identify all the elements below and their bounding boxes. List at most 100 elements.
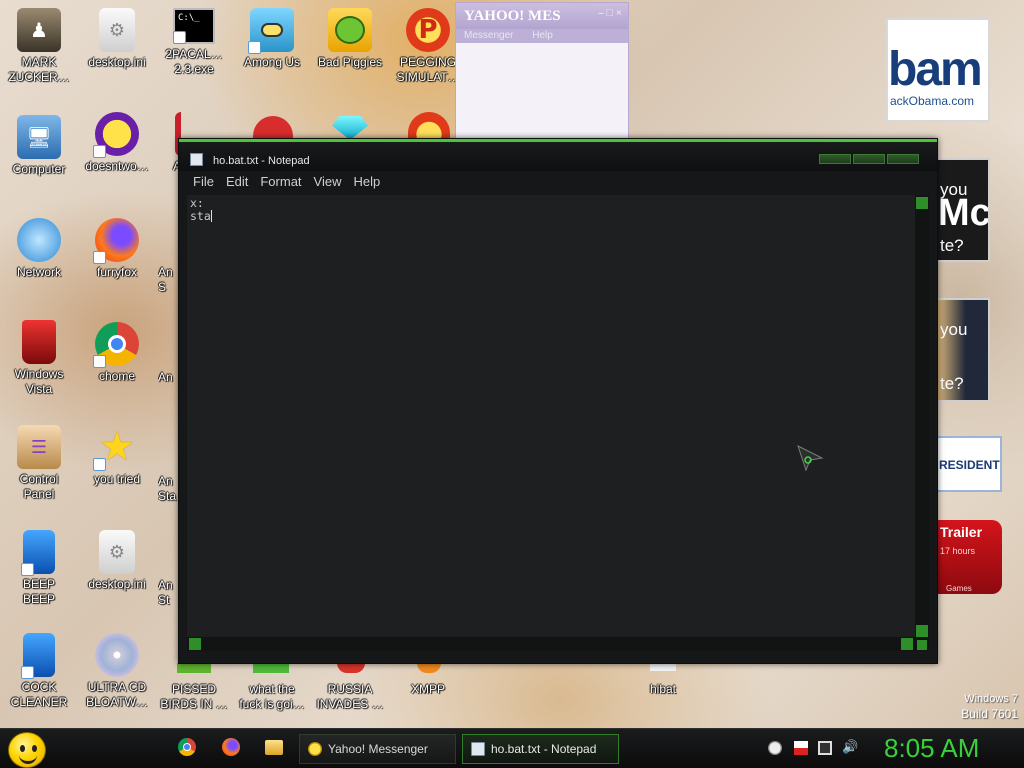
- windows-build-watermark: Windows 7 Build 7601: [961, 693, 1018, 721]
- desktop-icon-label: chome: [98, 369, 136, 383]
- vertical-scrollbar[interactable]: [915, 195, 929, 651]
- start-button[interactable]: [8, 732, 46, 768]
- trailer-ad[interactable]: Trailer 17 hours Games: [936, 520, 1002, 594]
- taskbar-clock[interactable]: 8:05 AM: [884, 733, 979, 764]
- yahoo-window-controls[interactable]: – □ ×: [598, 7, 622, 19]
- yahoo-menu-help[interactable]: Help: [532, 30, 553, 41]
- volume-icon[interactable]: 🔊: [842, 741, 858, 755]
- taskbar-yahoo-messenger[interactable]: Yahoo! Messenger: [299, 734, 456, 764]
- desktop-icon-doesntwork[interactable]: doesntwo…: [78, 112, 156, 174]
- notepad-icon: [471, 742, 485, 756]
- action-center-flag-icon[interactable]: [794, 741, 808, 755]
- shortcut-icon: [253, 663, 289, 673]
- desktop-icon-partial-row5[interactable]: An Sta: [158, 474, 180, 504]
- desktop-icon-beep-beep[interactable]: BEEP BEEP: [0, 530, 78, 607]
- mc-ad[interactable]: you Mc te?: [936, 158, 990, 262]
- resize-grip[interactable]: [917, 640, 927, 650]
- desktop-icon-label: An St: [158, 578, 173, 607]
- mc-ad-bottom-text: te?: [940, 236, 964, 255]
- desktop-icon-russia-invades[interactable]: RUSSIA INVADES …: [311, 663, 389, 712]
- desktop-icon-what-the[interactable]: what the fuck is goi…: [233, 663, 311, 712]
- explorer-pin-icon[interactable]: [265, 740, 283, 755]
- desktop-icon-desktop-ini[interactable]: ⚙ desktop.ini: [78, 8, 156, 70]
- computer-icon: 🖥: [17, 115, 61, 159]
- desktop-icon-label: ULTRA CD BLOATW…: [86, 680, 148, 709]
- desktop-icon-among-us[interactable]: Among Us: [233, 8, 311, 70]
- taskbar-notepad[interactable]: ho.bat.txt - Notepad: [462, 734, 619, 764]
- desktop-icon-computer[interactable]: 🖥 Computer: [0, 115, 78, 177]
- desktop-icon-pissed-birds[interactable]: PISSED BIRDS IN …: [155, 663, 233, 712]
- control-panel-icon: ☰: [17, 425, 61, 469]
- desktop-icon-xmpp[interactable]: XMPP: [389, 663, 467, 697]
- notepad-title-bar[interactable]: ho.bat.txt - Notepad: [179, 139, 937, 171]
- menu-format[interactable]: Format: [254, 171, 307, 193]
- maximize-button[interactable]: [853, 154, 885, 164]
- desktop-icon-label: Network: [16, 265, 61, 279]
- desktop-icon-label: BEEP BEEP: [22, 577, 55, 606]
- scroll-left-button[interactable]: [189, 638, 201, 650]
- desktop-icon-control-panel[interactable]: ☰ Control Panel: [0, 425, 78, 502]
- desktop-icon-hibat[interactable]: hibat: [624, 663, 702, 697]
- watermark-build: Build 7601: [961, 707, 1018, 721]
- president-ad[interactable]: RESIDENT: [936, 436, 1002, 492]
- desktop-icon-label: furryfox: [96, 265, 137, 279]
- desktop-icon-label: doesntwo…: [85, 159, 149, 173]
- obama-ad[interactable]: bam ackObama.com: [886, 18, 990, 122]
- obama-ad-url: ackObama.com: [890, 94, 975, 108]
- yahoo-title-bar[interactable]: YAHOO! MES – □ ×: [456, 3, 628, 29]
- mc-ad-big-text: Mc: [938, 192, 990, 234]
- notepad-text-area[interactable]: x: sta: [187, 195, 915, 651]
- desktop-icon-partial-row4[interactable]: An: [158, 370, 180, 385]
- desktop-icon-bad-piggies[interactable]: Bad Piggies: [311, 8, 389, 70]
- desktop-icon-partial-row6[interactable]: An St: [158, 578, 180, 608]
- menu-edit[interactable]: Edit: [220, 171, 254, 193]
- menu-file[interactable]: File: [187, 171, 220, 193]
- desktop-icon-label: RUSSIA INVADES …: [316, 682, 384, 711]
- shortcut-icon: [337, 663, 365, 673]
- chrome-pin-icon[interactable]: [178, 738, 196, 756]
- desktop-icon-label: An Sta: [158, 474, 177, 503]
- notepad-window[interactable]: ho.bat.txt - Notepad File Edit Format Vi…: [178, 138, 938, 664]
- desktop-icon-network[interactable]: Network: [0, 218, 78, 280]
- vista-bin-icon: [22, 320, 56, 364]
- scroll-up-button[interactable]: [916, 197, 928, 209]
- desktop-icon-mark-zuckerberg[interactable]: ♟ MARK ZUCKER…: [0, 8, 78, 85]
- trailer-ad-sub: 17 hours: [940, 546, 976, 556]
- batch-file-icon: [650, 663, 676, 671]
- menu-view[interactable]: View: [308, 171, 348, 193]
- trailer-ad-title: Trailer: [940, 524, 983, 540]
- horizontal-scrollbar[interactable]: [187, 637, 915, 651]
- desktop-icon-chome[interactable]: chome: [78, 322, 156, 384]
- network-tray-icon[interactable]: [818, 741, 832, 755]
- desktop-icon-label: XMPP: [410, 682, 445, 696]
- desktop-icon-2pacal[interactable]: C:\_ 2PACAL… 2.3.exe: [155, 8, 233, 77]
- close-button[interactable]: [887, 154, 919, 164]
- menu-help[interactable]: Help: [347, 171, 386, 193]
- desktop-icon-furryfox[interactable]: furryfox: [78, 218, 156, 280]
- blue-tile-icon: [21, 633, 55, 679]
- desktop-icon-partial-row3[interactable]: An S: [158, 265, 180, 295]
- hillary-ad[interactable]: you te?: [936, 298, 990, 402]
- watermark-os: Windows 7: [964, 693, 1018, 705]
- desktop-icon-label: what the fuck is goi…: [239, 682, 305, 711]
- desktop-icon-label: Computer: [12, 162, 66, 176]
- scroll-down-button[interactable]: [916, 625, 928, 637]
- mark-zuckerberg-icon: ♟: [17, 8, 61, 52]
- desktop-icon-cock-cleaner[interactable]: COCK CLEANER: [0, 633, 78, 710]
- gem-icon: [332, 116, 368, 140]
- network-icon: [17, 218, 61, 262]
- yahoo-tray-icon[interactable]: [768, 741, 782, 755]
- desktop-icon-desktop-ini-2[interactable]: ⚙ desktop.ini: [78, 530, 156, 592]
- notepad-title: ho.bat.txt - Notepad: [213, 155, 310, 167]
- angry-birds-icon: [253, 116, 293, 140]
- desktop-icon-windows-vista[interactable]: Windows Vista: [0, 320, 78, 397]
- hillary-ad-bottom-text: te?: [940, 374, 964, 393]
- mouse-cursor-icon: [797, 445, 824, 472]
- yahoo-menu-messenger[interactable]: Messenger: [464, 30, 513, 41]
- scroll-right-button[interactable]: [901, 638, 913, 650]
- minimize-button[interactable]: [819, 154, 851, 164]
- firefox-pin-icon[interactable]: [222, 738, 240, 756]
- desktop-icon-you-tried[interactable]: ★ you tried: [78, 424, 156, 487]
- yahoo-messenger-window[interactable]: YAHOO! MES – □ × Messenger Help: [455, 2, 629, 140]
- desktop-icon-ultra-cd[interactable]: ULTRA CD BLOATW…: [78, 633, 156, 710]
